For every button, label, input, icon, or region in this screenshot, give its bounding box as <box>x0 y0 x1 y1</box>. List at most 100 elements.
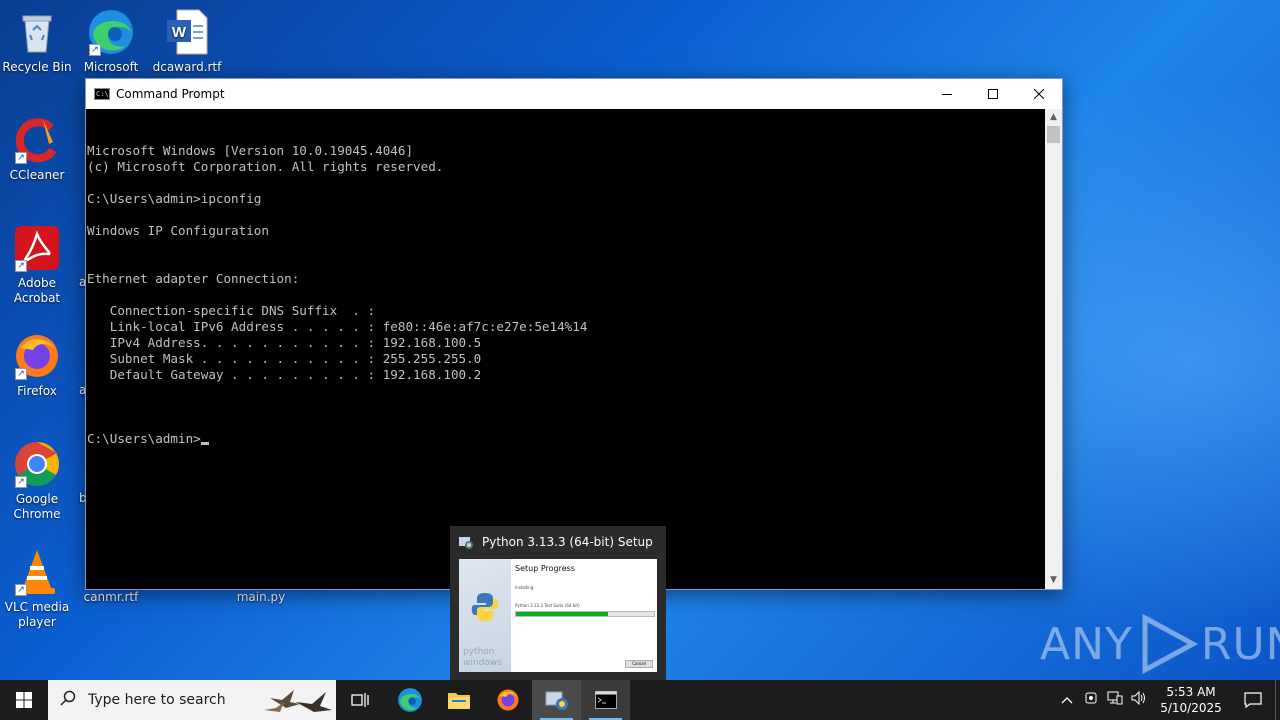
preview-thumbnail[interactable]: python windows Setup Progress Installing… <box>459 559 657 672</box>
firefox-icon <box>497 689 518 711</box>
install-progress-bar <box>515 611 655 617</box>
installing-label: Installing: <box>515 585 535 590</box>
installer-sidebar: python windows <box>459 559 511 672</box>
python-setup-icon <box>545 691 568 710</box>
shortcut-arrow-icon: ↗ <box>15 260 27 272</box>
show-hidden-icons-chevron-icon[interactable] <box>1055 693 1079 708</box>
watermark-text-right: RUN <box>1200 618 1280 670</box>
close-icon <box>1034 89 1044 99</box>
vertical-scrollbar[interactable]: ▲ ▼ <box>1045 109 1062 589</box>
taskbar-search-box[interactable]: Type here to search <box>48 680 336 720</box>
vlc-media-player-icon[interactable]: ↗ VLC media player <box>0 548 74 630</box>
cmd-icon <box>594 691 617 709</box>
taskbar-python-setup-button[interactable] <box>532 680 581 720</box>
edge-image: ↗ <box>87 8 135 56</box>
windows-logo-icon <box>16 692 32 708</box>
scroll-down-arrow-icon[interactable]: ▼ <box>1045 572 1062 589</box>
console-line: Connection-specific DNS Suffix . : <box>87 303 376 318</box>
icon-label: Recycle Bin <box>2 60 72 74</box>
clock-date: 5/10/2025 <box>1160 701 1222 715</box>
python-windows-text: python windows <box>463 647 502 668</box>
cmd-icon: C:\ <box>94 88 110 100</box>
console-line: C:\Users\admin>ipconfig <box>87 191 262 206</box>
console-line: (c) Microsoft Corporation. All rights re… <box>87 159 444 174</box>
folder-icon <box>447 693 470 709</box>
microsoft-edge-icon[interactable]: ↗ Microsoft Edge <box>74 8 148 76</box>
dcaward-rtf-icon[interactable]: W dcaward.rtf <box>150 8 224 75</box>
search-icon <box>48 690 88 710</box>
chrome-image: ↗ <box>13 440 61 488</box>
notification-icon <box>1244 692 1262 708</box>
preview-header: Python 3.13.3 (64-bit) Setup <box>450 526 666 558</box>
system-tray: 5:53 AM 5/10/2025 <box>1055 680 1280 720</box>
taskbar-thumbnail-preview[interactable]: Python 3.13.3 (64-bit) Setup python wind… <box>450 526 666 680</box>
canmr-rtf-icon[interactable]: canmr.rtf <box>74 590 148 605</box>
taskbar-file-explorer-button[interactable] <box>434 680 483 720</box>
scroll-thumb[interactable] <box>1047 126 1060 143</box>
recycle-bin-image <box>13 8 61 56</box>
network-icon[interactable] <box>1103 691 1127 709</box>
install-progress-fill <box>516 612 609 616</box>
console-line: Windows IP Configuration <box>87 223 269 238</box>
minimize-icon <box>942 94 952 95</box>
minimize-button[interactable] <box>924 79 970 109</box>
scroll-up-arrow-icon[interactable]: ▲ <box>1045 109 1062 126</box>
icon-label: Firefox <box>17 384 57 398</box>
python-logo-icon <box>469 591 501 623</box>
title-bar[interactable]: C:\ Command Prompt <box>86 79 1062 109</box>
icon-label: VLC media player <box>4 600 70 629</box>
console-prompt: C:\Users\admin> <box>87 431 201 446</box>
start-button[interactable] <box>0 680 48 720</box>
action-center-button[interactable] <box>1231 692 1275 708</box>
console-prompt-line: C:\Users\admin> <box>87 431 1045 447</box>
cancel-button: Cancel <box>625 660 653 668</box>
adobe-acrobat-icon[interactable]: ↗ Adobe Acrobat <box>0 224 74 306</box>
maximize-button[interactable] <box>970 79 1016 109</box>
ccleaner-icon[interactable]: ↗ CCleaner <box>0 116 74 183</box>
console-line: IPv4 Address. . . . . . . . . . . : 192.… <box>87 335 482 350</box>
search-highlight-birds-image <box>256 680 336 720</box>
anyrun-watermark: ANY RUN <box>1040 612 1280 676</box>
firefox-image: ↗ <box>13 332 61 380</box>
maximize-icon <box>988 89 998 99</box>
defender-shield-icon[interactable] <box>1079 691 1103 709</box>
svg-text:W: W <box>172 24 187 41</box>
installing-file-label: Python 3.13.3 Test Suite (64-bit) <box>515 603 580 608</box>
taskbar-firefox-button[interactable] <box>483 680 532 720</box>
task-view-icon <box>350 693 369 707</box>
window-title: Command Prompt <box>116 87 225 101</box>
icon-label: Adobe Acrobat <box>13 276 61 305</box>
clock-time: 5:53 AM <box>1166 685 1216 699</box>
icon-label: Google Chrome <box>13 492 61 521</box>
shortcut-arrow-icon: ↗ <box>89 44 101 56</box>
edge-icon <box>397 688 422 712</box>
shortcut-arrow-icon: ↗ <box>15 152 27 164</box>
console-output[interactable]: Microsoft Windows [Version 10.0.19045.40… <box>86 109 1045 589</box>
firefox-icon[interactable]: ↗ Firefox <box>0 332 74 399</box>
watermark-text-left: ANY <box>1040 618 1133 670</box>
volume-icon[interactable] <box>1127 690 1151 709</box>
taskbar-edge-button[interactable] <box>385 680 434 720</box>
console-line: Default Gateway . . . . . . . . . : 192.… <box>87 367 482 382</box>
recycle-bin-icon[interactable]: Recycle Bin <box>0 8 74 75</box>
taskbar-command-prompt-button[interactable] <box>581 680 630 720</box>
preview-title: Python 3.13.3 (64-bit) Setup <box>482 535 653 549</box>
taskbar-clock[interactable]: 5:53 AM 5/10/2025 <box>1151 684 1231 716</box>
word-document-image: W <box>163 8 211 56</box>
close-button[interactable] <box>1016 79 1062 109</box>
acrobat-image: ↗ <box>13 224 61 272</box>
google-chrome-icon[interactable]: ↗ Google Chrome <box>0 440 74 522</box>
ccleaner-image: ↗ <box>13 116 61 164</box>
command-prompt-window[interactable]: C:\ Command Prompt Microsoft Windows [Ve… <box>85 78 1063 590</box>
show-desktop-button[interactable] <box>1275 680 1280 720</box>
icon-label: Microsoft Edge <box>83 60 139 76</box>
setup-progress-title: Setup Progress <box>515 564 575 573</box>
task-view-button[interactable] <box>336 680 385 720</box>
play-triangle-icon <box>1142 613 1199 675</box>
main-py-icon[interactable]: main.py <box>224 590 298 605</box>
